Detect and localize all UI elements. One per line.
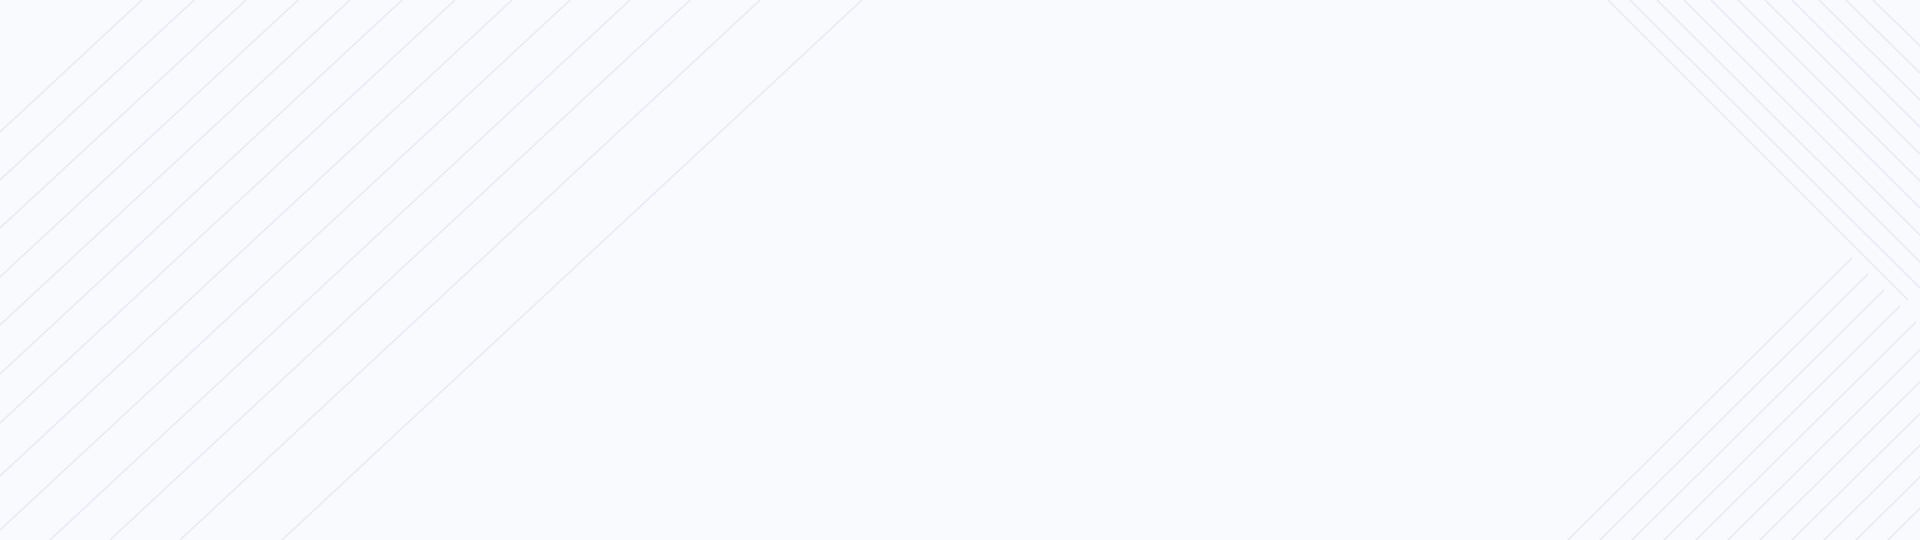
diagonal-line-pattern <box>0 0 1920 540</box>
top-left-line-group <box>0 0 863 540</box>
diagonal-line <box>1683 0 1920 236</box>
diagonal-line <box>109 0 691 540</box>
diagonal-line <box>0 0 247 229</box>
diagonal-line <box>0 0 351 326</box>
diagonal-line <box>1631 289 1885 540</box>
diagonal-line <box>1629 0 1920 289</box>
diagonal-line <box>1791 412 1920 540</box>
diagonal-line <box>1791 0 1920 128</box>
diagonal-line <box>49 0 631 540</box>
diagonal-line <box>1872 0 1920 47</box>
bottom-right-line-group <box>1567 257 1920 540</box>
diagonal-line <box>1759 380 1920 540</box>
diagonal-line <box>1695 321 1917 540</box>
diagonal-line <box>1663 305 1901 540</box>
diagonal-line <box>0 0 456 424</box>
diagonal-line <box>1727 348 1920 540</box>
diagonal-line <box>0 0 195 181</box>
diagonal-line <box>1845 0 1920 74</box>
diagonal-line <box>1656 0 1920 263</box>
diagonal-line <box>0 0 403 375</box>
diagonal-line <box>0 0 571 531</box>
top-right-line-group <box>1607 0 1920 301</box>
diagonal-line <box>1737 0 1920 182</box>
diagonal-line <box>179 0 761 540</box>
diagonal-line <box>0 0 143 133</box>
diagonal-line <box>1599 273 1869 540</box>
decorative-background <box>0 0 1920 540</box>
diagonal-line <box>1567 257 1853 540</box>
diagonal-line <box>1818 0 1920 101</box>
diagonal-line <box>1607 0 1909 301</box>
diagonal-line <box>1710 0 1920 209</box>
diagonal-line <box>1887 507 1920 540</box>
